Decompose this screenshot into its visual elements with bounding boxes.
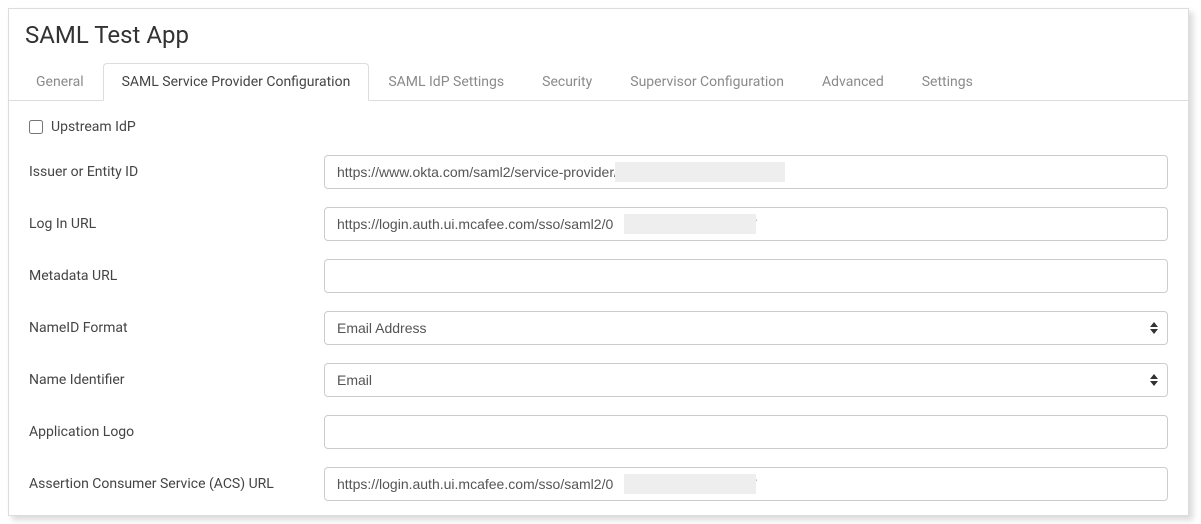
nameid-format-row: NameID Format Email Address [29,311,1168,345]
login-url-input[interactable] [324,207,1168,241]
upstream-idp-label[interactable]: Upstream IdP [51,119,136,135]
app-logo-input[interactable] [324,415,1168,449]
login-url-row: Log In URL [29,207,1168,241]
tab-supervisor-config[interactable]: Supervisor Configuration [611,63,803,101]
metadata-url-label: Metadata URL [29,268,324,284]
upstream-idp-row: Upstream IdP [29,119,1168,135]
tab-saml-sp-config[interactable]: SAML Service Provider Configuration [103,63,370,101]
app-logo-row: Application Logo [29,415,1168,449]
login-url-label: Log In URL [29,216,324,232]
issuer-input[interactable] [324,155,1168,189]
acs-url-input[interactable] [324,467,1168,501]
tab-advanced[interactable]: Advanced [803,63,903,101]
tab-general[interactable]: General [17,63,103,101]
config-panel: SAML Test App General SAML Service Provi… [8,8,1189,516]
page-title: SAML Test App [9,9,1188,59]
acs-url-row: Assertion Consumer Service (ACS) URL [29,467,1168,501]
tab-settings[interactable]: Settings [903,63,992,101]
tab-saml-idp-settings[interactable]: SAML IdP Settings [369,63,523,101]
metadata-url-row: Metadata URL [29,259,1168,293]
name-identifier-label: Name Identifier [29,372,324,388]
tabs: General SAML Service Provider Configurat… [9,63,1188,101]
metadata-url-input[interactable] [324,259,1168,293]
name-identifier-row: Name Identifier Email [29,363,1168,397]
tab-content: Upstream IdP Issuer or Entity ID Log In … [9,101,1188,515]
nameid-format-label: NameID Format [29,320,324,336]
issuer-label: Issuer or Entity ID [29,164,324,180]
issuer-row: Issuer or Entity ID [29,155,1168,189]
name-identifier-select[interactable]: Email [324,363,1168,397]
tab-security[interactable]: Security [523,63,611,101]
acs-url-label: Assertion Consumer Service (ACS) URL [29,476,324,492]
upstream-idp-checkbox[interactable] [29,120,43,134]
nameid-format-select[interactable]: Email Address [324,311,1168,345]
app-logo-label: Application Logo [29,424,324,440]
